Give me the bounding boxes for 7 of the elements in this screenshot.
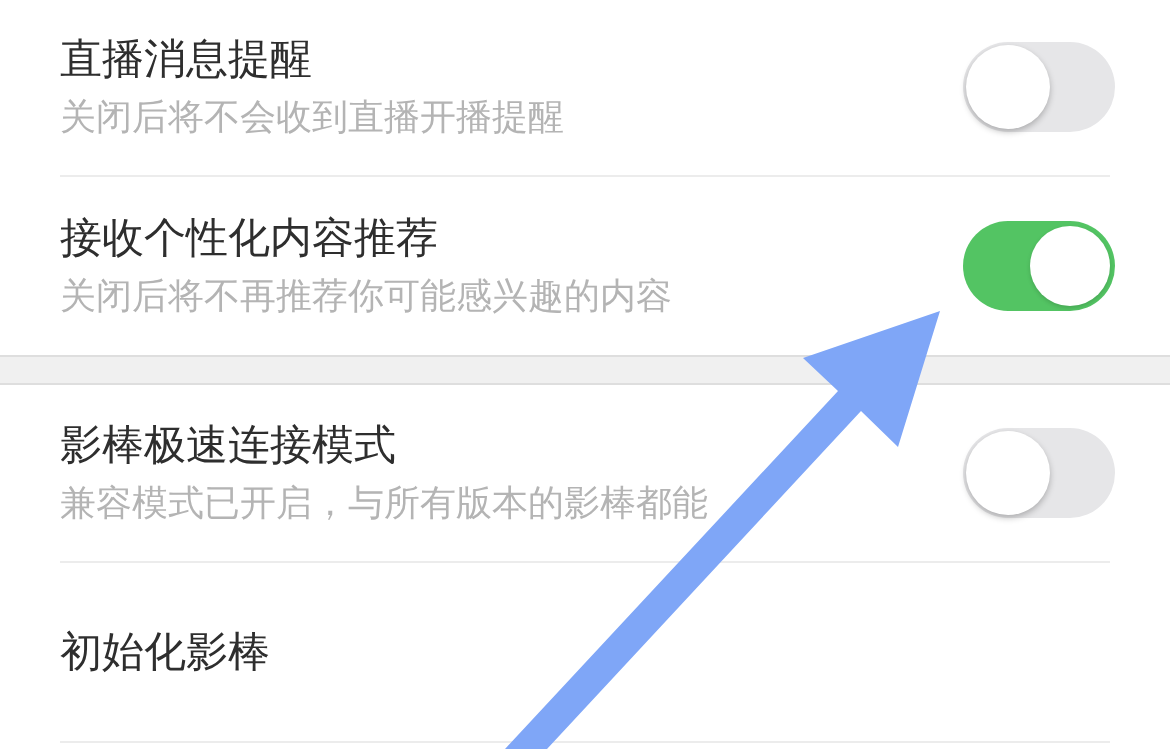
setting-title[interactable]: 初始化影棒 — [60, 627, 270, 677]
setting-title: 直播消息提醒 — [60, 34, 313, 84]
setting-description: 关闭后将不会收到直播开播提醒 — [60, 95, 564, 139]
setting-description: 关闭后将不再推荐你可能感兴趣的内容 — [60, 274, 672, 318]
setting-description: 兼容模式已开启，与所有版本的影棒都能 — [60, 481, 708, 525]
setting-title: 影棒极速连接模式 — [60, 420, 397, 470]
setting-title: 接收个性化内容推荐 — [60, 213, 439, 263]
